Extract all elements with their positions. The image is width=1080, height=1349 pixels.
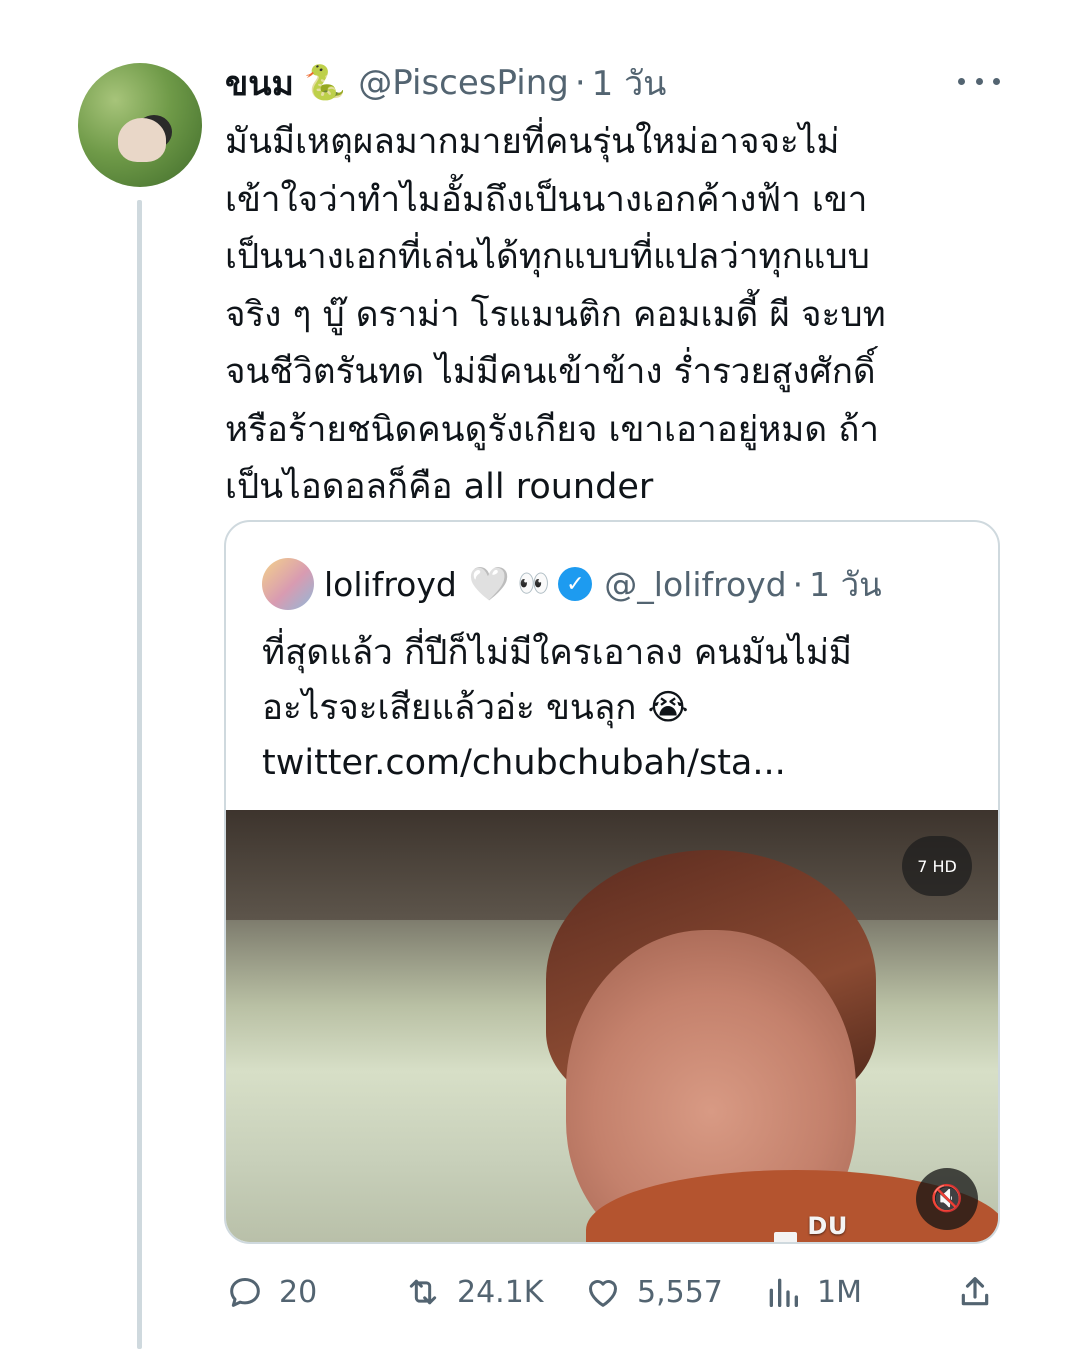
views-button[interactable]: 1M <box>763 1262 862 1322</box>
reply-count: 20 <box>279 1274 318 1310</box>
author-avatar[interactable] <box>78 63 202 187</box>
tweet-action-bar: 20 24.1K 5,557 1M <box>225 1262 1005 1322</box>
like-count: 5,557 <box>637 1274 723 1310</box>
separator-dot: · <box>574 63 586 103</box>
view-count: 1M <box>817 1274 862 1310</box>
like-button[interactable]: 5,557 <box>583 1262 723 1322</box>
tweet-text: มันมีเหตุผลมากมายที่คนรุ่นใหม่อาจจะไม่ เ… <box>225 122 886 507</box>
watermark-text: DU RECORDER <box>807 1212 957 1242</box>
views-chart-icon <box>769 1278 798 1307</box>
retweet-icon <box>409 1279 437 1305</box>
channel-logo-badge: 7 HD <box>902 836 972 896</box>
video-media[interactable]: 7 HD 🔇 DU RECORDER <box>226 810 998 1242</box>
heart-icon <box>589 1280 617 1307</box>
eyes-emoji: 👀 <box>517 569 551 599</box>
tweet-header: ขนม 🐍 @PiscesPing · 1 วัน <box>225 58 666 108</box>
more-options-icon[interactable] <box>958 66 1000 96</box>
separator-dot: · <box>792 564 804 604</box>
avatar-figure <box>118 118 166 162</box>
verified-badge-icon: ✓ <box>558 567 593 601</box>
quoted-tweet-card[interactable]: lolifroyd 🤍 👀 ✓ @_lolifroyd · 1 วัน ที่ส… <box>224 520 1000 1244</box>
share-button[interactable] <box>955 1262 1009 1322</box>
author-handle[interactable]: @PiscesPing <box>358 63 569 103</box>
thread-connector-line <box>137 200 142 1349</box>
retweet-count: 24.1K <box>457 1274 544 1310</box>
recorder-watermark: DU RECORDER <box>774 1212 998 1242</box>
quoted-tweet-timestamp[interactable]: 1 วัน <box>809 558 882 611</box>
camera-icon <box>774 1232 798 1242</box>
share-icon <box>961 1277 989 1306</box>
quoted-tweet-header: lolifroyd 🤍 👀 ✓ @_lolifroyd · 1 วัน <box>324 558 882 610</box>
quoted-tweet-text: ที่สุดแล้ว กี่ปีก็ไม่มีใครเอาลง คนมันไม่… <box>262 633 852 783</box>
retweet-button[interactable]: 24.1K <box>403 1262 543 1322</box>
author-emoji: 🐍 <box>303 63 347 103</box>
tweet-timestamp[interactable]: 1 วัน <box>592 56 667 110</box>
author-name[interactable]: ขนม <box>225 56 294 110</box>
quoted-author-name[interactable]: lolifroyd <box>324 565 457 604</box>
white-heart-emoji: 🤍 <box>468 564 510 603</box>
reply-icon <box>230 1278 260 1307</box>
quoted-author-avatar[interactable] <box>262 558 314 610</box>
reply-button[interactable]: 20 <box>225 1262 317 1322</box>
quoted-author-handle[interactable]: @_lolifroyd <box>604 565 786 604</box>
